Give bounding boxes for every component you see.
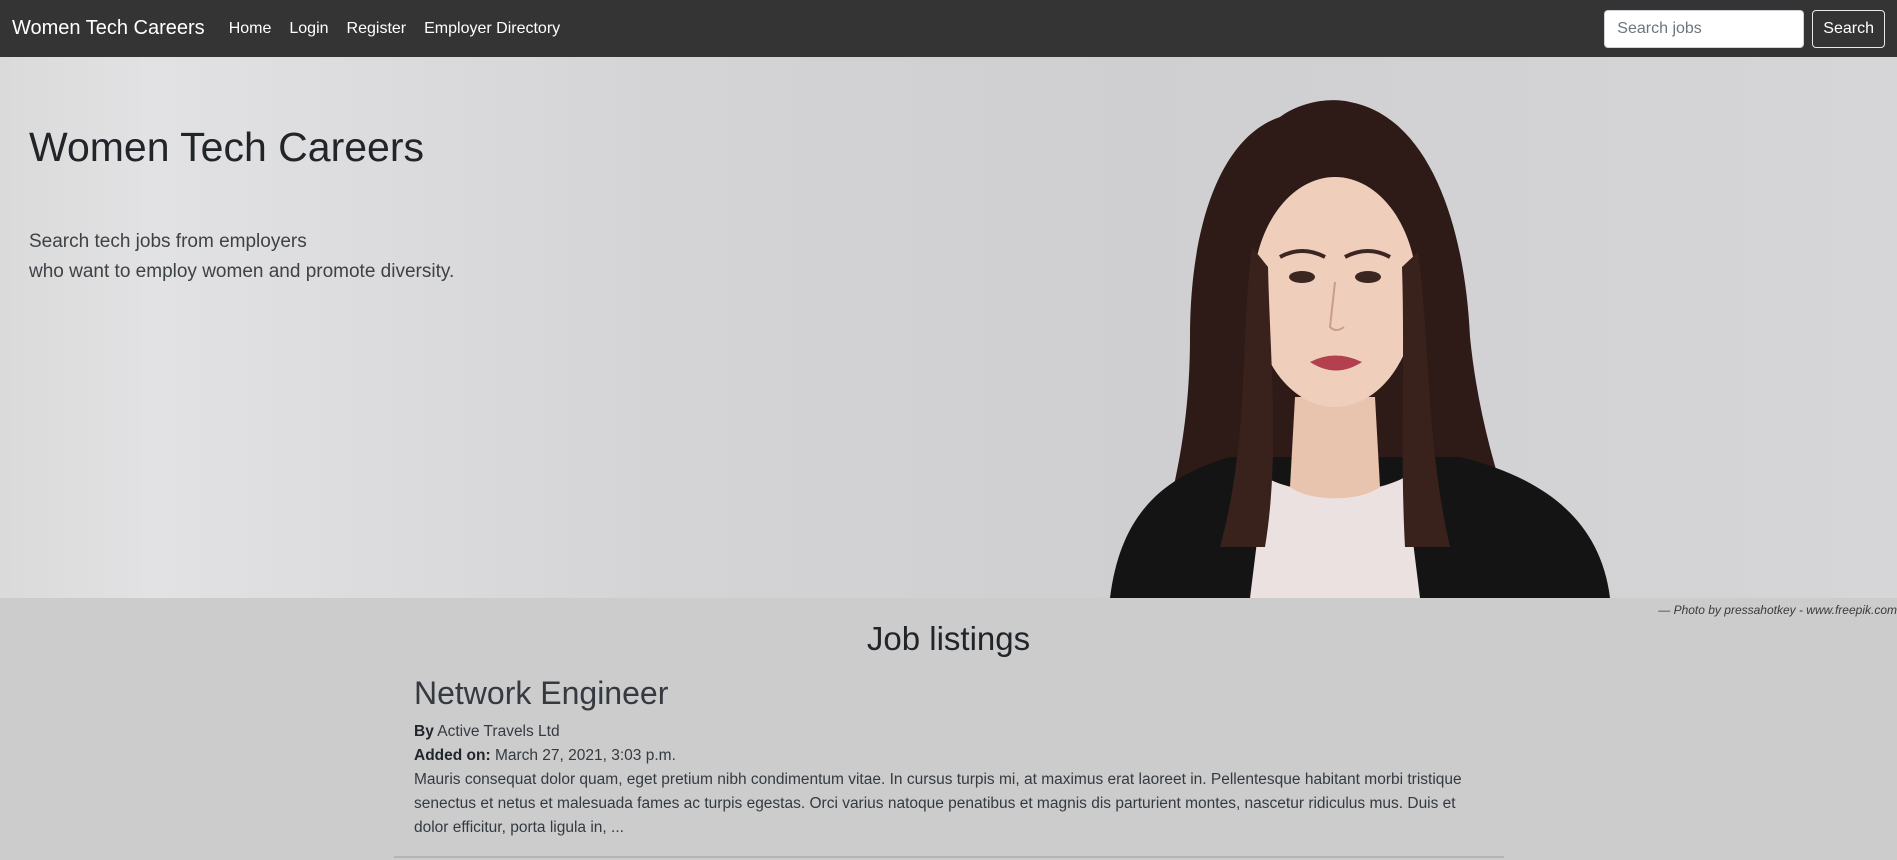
job-added-label: Added on: [414,747,491,764]
nav-link-employer-directory[interactable]: Employer Directory [424,20,560,38]
nav-link-home[interactable]: Home [229,20,272,38]
job-title-link[interactable]: Network Engineer [414,675,1504,712]
job-added-on: Added on: March 27, 2021, 3:03 p.m. [414,744,1504,768]
listings-title: Job listings [866,620,1031,657]
job-divider [394,856,1504,858]
hero-title: Women Tech Careers [29,124,424,170]
hero-banner: Women Tech Careers Search tech jobs from… [0,57,1897,598]
nav-links: Home Login Register Employer Directory [229,20,578,38]
job-employer-name: Active Travels Ltd [437,723,560,740]
search-button[interactable]: Search [1812,9,1885,48]
job-description: Mauris consequat dolor quam, eget pretiu… [414,771,1462,836]
job-employer-label: By [414,723,434,740]
job-listing: Network Engineer By Active Travels Ltd A… [394,675,1504,840]
hero-portrait-image [1110,100,1610,598]
search-input[interactable] [1604,9,1805,48]
brand-link[interactable]: Women Tech Careers [12,17,205,40]
navbar: Women Tech Careers Home Login Register E… [0,0,1897,57]
hero-subtitle-line-2: who want to employ women and promote div… [29,261,455,282]
job-added-date: March 27, 2021, 3:03 p.m. [494,747,676,764]
nav-link-register[interactable]: Register [347,20,407,38]
hero-subtitle: Search tech jobs from employers who want… [29,227,454,287]
nav-link-login[interactable]: Login [289,20,328,38]
photo-credit: — Photo by pressahotkey - www.freepik.co… [1658,603,1897,617]
search-form: Search [1604,9,1885,48]
hero-subtitle-line-1: Search tech jobs from employers [29,231,307,252]
job-employer: By Active Travels Ltd [414,720,1504,744]
